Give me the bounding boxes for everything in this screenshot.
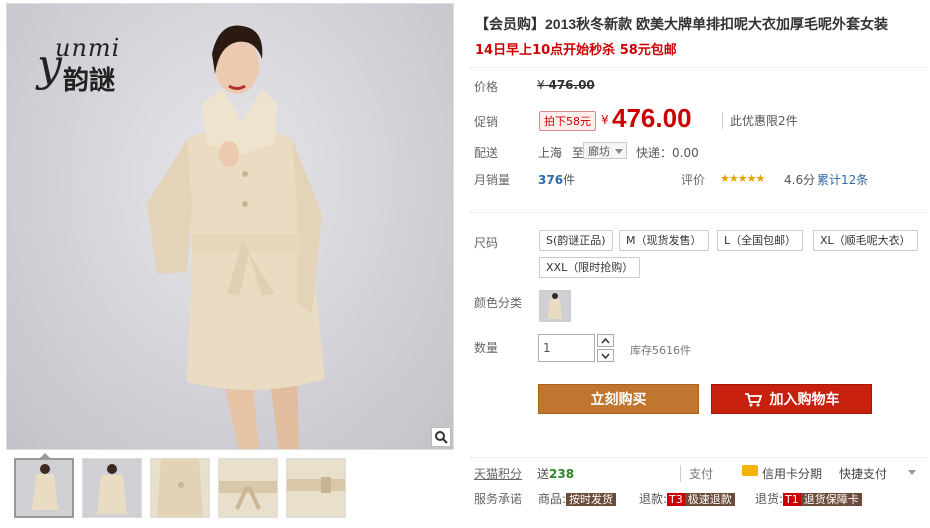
color-swatch[interactable]	[539, 290, 571, 322]
payment-label: 支付	[680, 465, 713, 482]
brand-logo: y unmi 韵謎	[37, 34, 137, 96]
service-return: 退货: T1 退货保障卡	[755, 490, 862, 507]
rating-score: 4.6分	[784, 173, 816, 187]
buy-now-button[interactable]: 立刻购买	[538, 384, 699, 414]
promo-limit: 此优惠限2件	[722, 112, 798, 129]
chevron-down-icon	[615, 149, 623, 154]
thumbnail-1[interactable]	[14, 458, 74, 518]
add-to-cart-label: 加入购物车	[769, 392, 840, 408]
product-title: 【会员购】2013秋冬新款 欧美大牌单排扣呢大衣加厚毛呢外套女装	[475, 16, 889, 32]
ship-to-select[interactable]: 廊坊	[583, 142, 627, 159]
svc3-prefix: 退货:	[755, 492, 784, 506]
promo-currency: ¥	[601, 113, 609, 127]
credit-installment[interactable]: 信用卡分期	[762, 465, 822, 482]
quantity-decrease[interactable]	[597, 349, 614, 362]
ship-from: 上海 至	[538, 144, 584, 161]
orig-currency: ¥	[537, 78, 545, 92]
thumbnail-4[interactable]	[218, 458, 278, 518]
thumbnail-5[interactable]	[286, 458, 346, 518]
ship-from-city: 上海	[538, 146, 563, 160]
add-to-cart-button[interactable]: 加入购物车	[711, 384, 872, 414]
size-option-m[interactable]: M（现货发售）	[619, 230, 709, 251]
brand-chinese: 韵謎	[63, 66, 116, 96]
thumbnail-3[interactable]	[150, 458, 210, 518]
credit-card-icon	[742, 465, 758, 476]
orig-price-value: 476.00	[548, 78, 595, 92]
points-number: 238	[549, 467, 575, 481]
size-option-s[interactable]: S(韵谜正品)	[539, 230, 613, 251]
points-value: 送238	[537, 465, 574, 482]
quantity-increase[interactable]	[597, 334, 614, 347]
svc1-tag: 按时发货	[566, 493, 617, 506]
brand-latin: unmi	[55, 34, 121, 62]
size-option-xl[interactable]: XL（顺毛呢大衣）	[813, 230, 918, 251]
rating-label: 评价	[681, 173, 706, 187]
service-refund: 退款: T3 极速退款	[639, 490, 735, 507]
rating-stars: ★★★★★	[720, 172, 765, 185]
tmall-points-link[interactable]: 天猫积分	[474, 465, 522, 482]
svc3-badge: T1	[783, 493, 801, 506]
reviews-link[interactable]: 累计12条	[817, 171, 868, 188]
service-label: 服务承诺	[474, 492, 523, 506]
monthly-sales-unit: 件	[563, 173, 576, 187]
cart-icon	[744, 392, 762, 406]
price-label: 价格	[474, 80, 499, 94]
svc2-badge: T3	[667, 493, 685, 506]
monthly-sales-label: 月销量	[474, 173, 511, 187]
chevron-down-icon	[601, 353, 610, 359]
zoom-icon	[435, 431, 448, 444]
product-main-image[interactable]: y unmi 韵謎	[6, 3, 454, 450]
svc2-tag: 极速退款	[684, 493, 735, 506]
thumbnail-strip	[14, 458, 346, 522]
promo-tag: 拍下58元	[539, 111, 596, 131]
svc3-tag: 退货保障卡	[800, 493, 862, 506]
thumbnail-2[interactable]	[82, 458, 142, 518]
color-label: 颜色分类	[474, 296, 523, 310]
original-price: ¥ 476.00	[537, 78, 595, 92]
size-option-l[interactable]: L（全国包邮）	[717, 230, 804, 251]
buy-now-label: 立刻购买	[590, 392, 647, 408]
zoom-button[interactable]	[431, 427, 451, 447]
chevron-up-icon	[601, 337, 610, 343]
svc1-prefix: 商品:	[538, 492, 567, 506]
product-subtitle: 14日早上10点开始秒杀 58元包邮	[475, 43, 677, 58]
divider	[470, 212, 928, 213]
monthly-sales-count: 376	[538, 173, 564, 187]
express-fee: 快递：0.00	[636, 146, 699, 160]
ship-to-city: 廊坊	[588, 145, 610, 158]
service-delivery: 商品: 按时发货	[538, 490, 617, 507]
shipping-label: 配送	[474, 146, 499, 160]
size-label: 尺码	[474, 236, 499, 250]
quantity-input[interactable]: 1	[538, 334, 595, 362]
stock-count: 库存5616件	[630, 344, 691, 357]
quantity-label: 数量	[474, 341, 499, 355]
promo-label: 促销	[474, 115, 499, 129]
chevron-down-icon[interactable]	[908, 470, 916, 475]
quick-pay[interactable]: 快捷支付	[839, 465, 887, 482]
size-option-xxl[interactable]: XXL（限时抢购）	[539, 257, 641, 278]
promo-price: 476.00	[612, 103, 692, 133]
points-prefix: 送	[537, 467, 550, 481]
svc2-prefix: 退款:	[639, 492, 668, 506]
monthly-sales: 376件	[538, 171, 575, 188]
